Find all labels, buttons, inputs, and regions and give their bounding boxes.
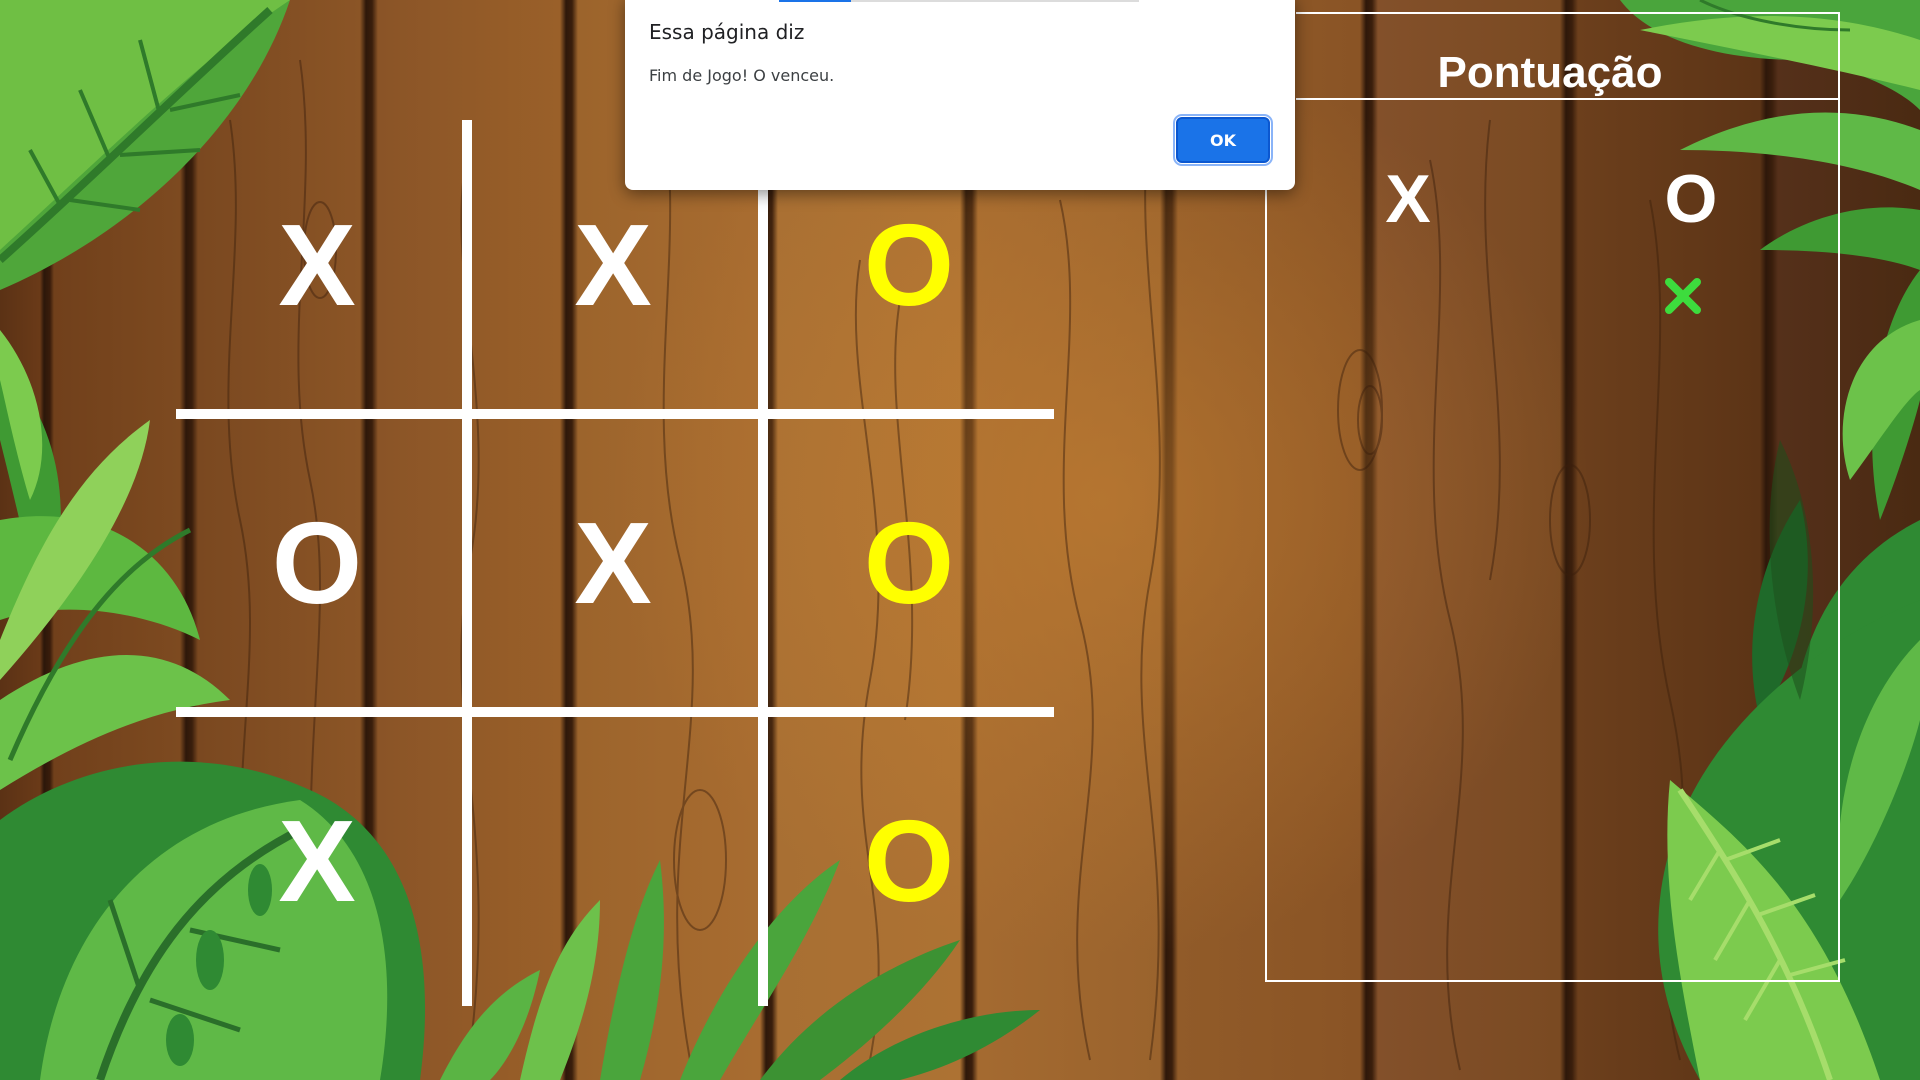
board-cell-r3c3[interactable]: O bbox=[764, 716, 1054, 1006]
board-cell-r3c1[interactable]: X bbox=[172, 716, 462, 1006]
point-x-icon bbox=[1665, 278, 1701, 314]
dialog-tab-strip-active bbox=[779, 0, 851, 2]
dialog-title: Essa página diz bbox=[649, 20, 805, 44]
scoreboard-title: Pontuação bbox=[1437, 48, 1663, 97]
scoreboard-o-heading: O bbox=[1664, 161, 1718, 237]
scoreboard-panel bbox=[1265, 12, 1840, 982]
scoreboard-title-rule bbox=[1296, 98, 1838, 100]
scoreboard-x-heading: X bbox=[1385, 161, 1431, 237]
game-screen: X X O O X O X O Pontuação X O Essa págin… bbox=[0, 0, 1920, 1080]
board-cell-r3c2[interactable] bbox=[468, 716, 758, 1006]
scoreboard-top-border bbox=[1296, 12, 1838, 14]
board-cell-r2c1[interactable]: O bbox=[172, 418, 462, 708]
board-cell-r1c1[interactable]: X bbox=[172, 120, 462, 410]
board-cell-r2c3[interactable]: O bbox=[764, 418, 1054, 708]
alert-dialog: Essa página diz Fim de Jogo! O venceu. O… bbox=[625, 0, 1295, 190]
green-x-mark-icon bbox=[1653, 266, 1713, 326]
board-cell-r2c2[interactable]: X bbox=[468, 418, 758, 708]
ok-button[interactable]: OK bbox=[1173, 114, 1273, 166]
dialog-message: Fim de Jogo! O venceu. bbox=[649, 66, 835, 85]
